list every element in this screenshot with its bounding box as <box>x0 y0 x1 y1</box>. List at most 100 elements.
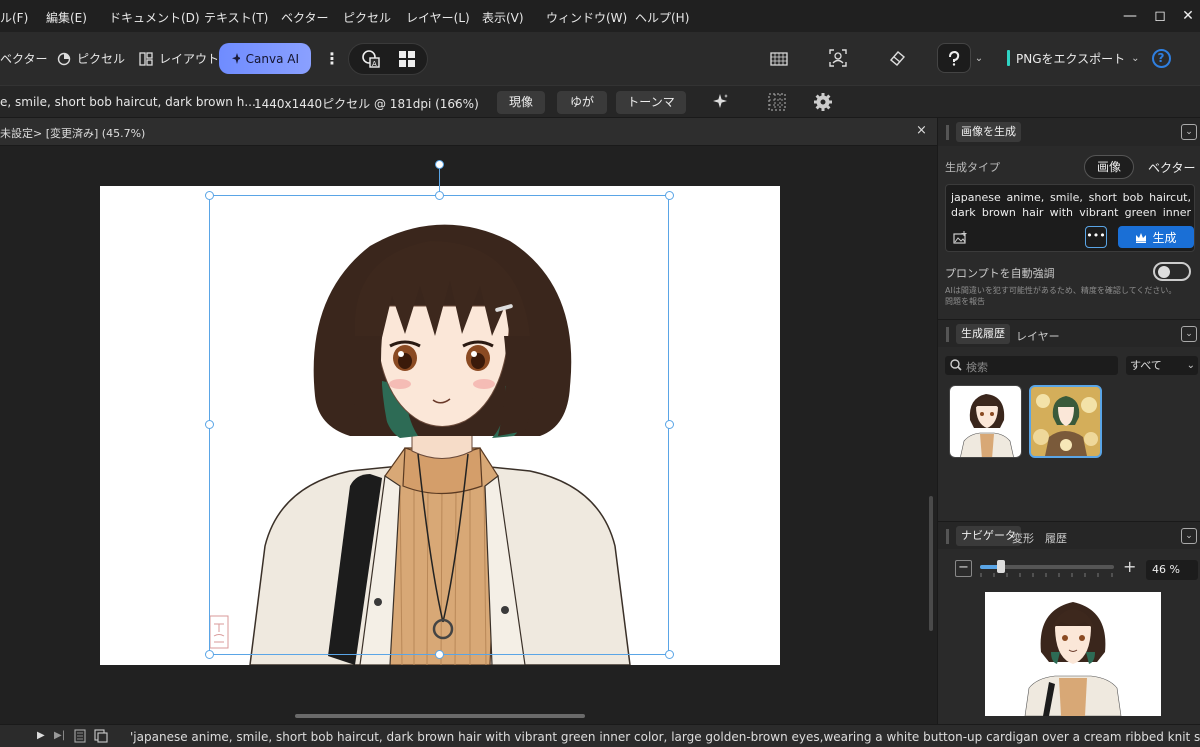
history-panel-header: 生成履歴 レイヤー ⌄ <box>938 319 1200 347</box>
navigator-panel-header: ナビゲータ 変形 履歴 ⌄ <box>938 521 1200 549</box>
menu-window[interactable]: ウィンドウ(W) <box>546 9 627 26</box>
export-png-button[interactable]: PNGをエクスポート ⌄ <box>1007 44 1140 72</box>
assistant-chevron-down-icon[interactable]: ⌄ <box>972 44 986 72</box>
type-image-button[interactable]: 画像 <box>1084 155 1134 179</box>
distort-button[interactable]: ゆがみ <box>557 91 607 132</box>
grid-icon[interactable] <box>393 45 421 73</box>
gear-icon[interactable] <box>813 92 833 115</box>
menu-edit[interactable]: 編集(E) <box>46 9 87 26</box>
tonemap-button[interactable]: トーンマップ <box>616 91 686 132</box>
auto-enhance-toggle[interactable] <box>1153 262 1191 281</box>
panel-grip[interactable] <box>946 327 949 342</box>
gen-type-label: 生成タイプ <box>945 161 1000 174</box>
collapse-chevron-icon[interactable]: ⌄ <box>1181 528 1197 544</box>
menu-text[interactable]: テキスト(T) <box>204 9 268 26</box>
skip-end-icon[interactable]: ▶| <box>54 730 65 741</box>
selection-bounding-box[interactable] <box>209 195 669 655</box>
collapse-chevron-icon[interactable]: ⌄ <box>1181 326 1197 342</box>
ai-notice-text: AIは間違いを犯す可能性があるため、精度を確認してください。 <box>945 286 1177 295</box>
menu-document[interactable]: ドキュメント(D) <box>109 9 200 26</box>
zoom-out-button[interactable]: − <box>955 560 972 577</box>
history-thumbnail-1[interactable] <box>949 385 1022 458</box>
magic-sparkle-icon[interactable] <box>711 92 731 115</box>
close-window-button[interactable]: ✕ <box>1176 6 1200 26</box>
duplicate-page-icon[interactable] <box>94 729 108 746</box>
zoom-slider-thumb[interactable] <box>997 560 1006 573</box>
layout-persona-icon <box>139 51 153 66</box>
minimize-button[interactable]: — <box>1118 6 1142 26</box>
handle-bottom-center[interactable] <box>435 650 444 659</box>
frame-text-icon[interactable]: A <box>357 45 385 73</box>
persona-layout-button[interactable]: レイアウト <box>139 43 219 74</box>
report-link[interactable]: 問題を報告 <box>945 296 1185 307</box>
document-size[interactable]: 1440x1440ピクセル @ 181dpi (166%) <box>254 95 479 112</box>
canvas-area[interactable] <box>0 146 937 724</box>
persona-layout-label: レイアウト <box>159 52 220 66</box>
persona-vector-button[interactable]: ベクター <box>0 43 48 74</box>
canva-ai-label: Canva AI <box>245 51 299 66</box>
type-vector-button[interactable]: ベクター <box>1148 159 1196 176</box>
menu-bar: ル(F) 編集(E) ドキュメント(D) テキスト(T) ベクター ピクセル レ… <box>0 0 1200 32</box>
menu-view[interactable]: 表示(V) <box>482 9 524 26</box>
zoom-in-button[interactable]: + <box>1123 557 1136 576</box>
play-icon[interactable]: ▶ <box>37 730 45 741</box>
menu-pixel[interactable]: ピクセル <box>343 9 391 26</box>
develop-button[interactable]: 現像 <box>497 91 545 114</box>
transparency-grid-icon[interactable] <box>765 44 793 72</box>
persona-pixel-button[interactable]: ピクセル <box>57 43 125 74</box>
selection-grid-icon[interactable] <box>767 92 787 115</box>
navigator-preview[interactable] <box>985 592 1161 716</box>
panel-grip[interactable] <box>946 125 949 140</box>
panel-grip[interactable] <box>946 529 949 544</box>
generate-panel-header: 画像を生成 ⌄ <box>938 118 1200 146</box>
assistant-icon[interactable] <box>937 43 971 73</box>
crown-icon <box>1136 232 1147 243</box>
image-upload-icon[interactable] <box>953 231 967 248</box>
maximize-button[interactable]: ◻ <box>1148 6 1172 26</box>
document-tab[interactable]: 未設定> [変更済み] (45.7%) × <box>0 118 937 146</box>
face-select-icon[interactable] <box>824 44 852 72</box>
zoom-value-field[interactable]: 46 % <box>1146 560 1198 580</box>
doc-size-chevron-down-icon[interactable]: ⌄ <box>452 95 460 106</box>
handle-top-right[interactable] <box>665 191 674 200</box>
zoom-slider[interactable] <box>980 560 1114 573</box>
canva-ai-button[interactable]: Canva AI <box>219 43 311 74</box>
menu-file[interactable]: ル(F) <box>0 9 28 26</box>
collapse-chevron-icon[interactable]: ⌄ <box>1181 124 1197 140</box>
handle-top-center[interactable] <box>435 191 444 200</box>
document-tab-title: 未設定> [変更済み] (45.7%) <box>0 127 146 140</box>
tab-layers[interactable]: レイヤー <box>1016 328 1060 344</box>
help-button[interactable]: ? <box>1147 44 1175 72</box>
handle-top-left[interactable] <box>205 191 214 200</box>
horizontal-scrollbar[interactable] <box>295 714 585 718</box>
eraser-icon[interactable] <box>883 44 911 72</box>
more-options-button[interactable]: ••• <box>1085 226 1107 248</box>
tab-transform[interactable]: 変形 <box>1012 530 1034 546</box>
persona-pixel-label: ピクセル <box>77 52 126 66</box>
history-thumbnail-2[interactable] <box>1029 385 1102 458</box>
export-chevron-down-icon: ⌄ <box>1131 52 1140 64</box>
menu-help[interactable]: ヘルプ(H) <box>635 9 689 26</box>
vertical-scrollbar[interactable] <box>929 496 933 631</box>
menu-vector[interactable]: ベクター <box>281 9 329 26</box>
handle-middle-left[interactable] <box>205 420 214 429</box>
generate-button[interactable]: 生成 <box>1118 226 1194 248</box>
svg-text:A: A <box>372 61 377 68</box>
filter-value: すべて <box>1130 359 1162 372</box>
history-filter-select[interactable]: すべて ⌄ <box>1126 356 1198 375</box>
tab-generate-image[interactable]: 画像を生成 <box>956 122 1021 142</box>
tab-nav-history[interactable]: 履歴 <box>1045 530 1067 546</box>
menu-layer[interactable]: レイヤー(L) <box>406 9 470 26</box>
export-accent-bar <box>1007 50 1010 66</box>
handle-middle-right[interactable] <box>665 420 674 429</box>
filter-chevron-down-icon: ⌄ <box>1186 360 1195 371</box>
handle-bottom-left[interactable] <box>205 650 214 659</box>
close-tab-button[interactable]: × <box>916 123 927 138</box>
handle-bottom-right[interactable] <box>665 650 674 659</box>
more-options-icon[interactable]: ⋮ <box>318 44 346 72</box>
page-icon[interactable] <box>74 729 86 746</box>
tab-gen-history[interactable]: 生成履歴 <box>956 324 1010 344</box>
zoom-ticks <box>980 573 1113 577</box>
history-search-input[interactable]: 検索 <box>945 356 1118 375</box>
rotation-handle[interactable] <box>435 160 444 169</box>
